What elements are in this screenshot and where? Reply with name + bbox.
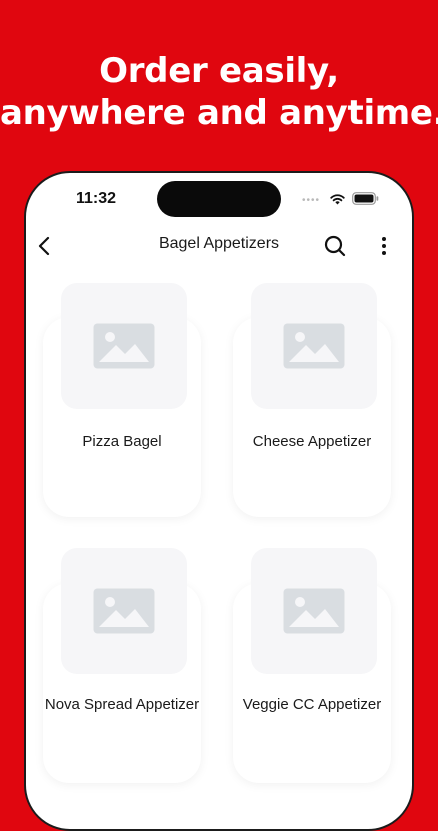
wifi-icon — [330, 194, 345, 205]
battery-icon — [352, 192, 379, 205]
image-placeholder-icon — [283, 588, 345, 634]
image-placeholder-icon — [283, 323, 345, 369]
signal-dots: •••• — [302, 195, 321, 206]
product-name: Cheese Appetizer — [252, 433, 372, 450]
product-image — [251, 283, 377, 409]
promo-headline: Order easily, anywhere and anytime. — [0, 50, 438, 134]
promo-headline-line2: anywhere and anytime. — [0, 93, 438, 133]
more-vertical-icon[interactable] — [374, 233, 394, 259]
search-icon[interactable] — [322, 233, 348, 259]
app-bar: Bagel Appetizers — [26, 219, 412, 271]
phone-frame: 11:32 •••• Bagel Appetizers Pizza Bagel … — [24, 171, 414, 831]
promo-headline-line1: Order easily, — [99, 51, 339, 91]
status-time: 11:32 — [76, 190, 117, 207]
product-name: Nova Spread Appetizer — [44, 696, 200, 713]
page-title: Bagel Appetizers — [158, 235, 280, 252]
image-placeholder-icon — [93, 588, 155, 634]
product-image — [251, 548, 377, 674]
image-placeholder-icon — [93, 323, 155, 369]
product-image — [61, 548, 187, 674]
product-name: Veggie CC Appetizer — [242, 696, 382, 713]
dynamic-island — [157, 181, 281, 217]
product-name: Pizza Bagel — [82, 433, 162, 450]
product-image — [61, 283, 187, 409]
